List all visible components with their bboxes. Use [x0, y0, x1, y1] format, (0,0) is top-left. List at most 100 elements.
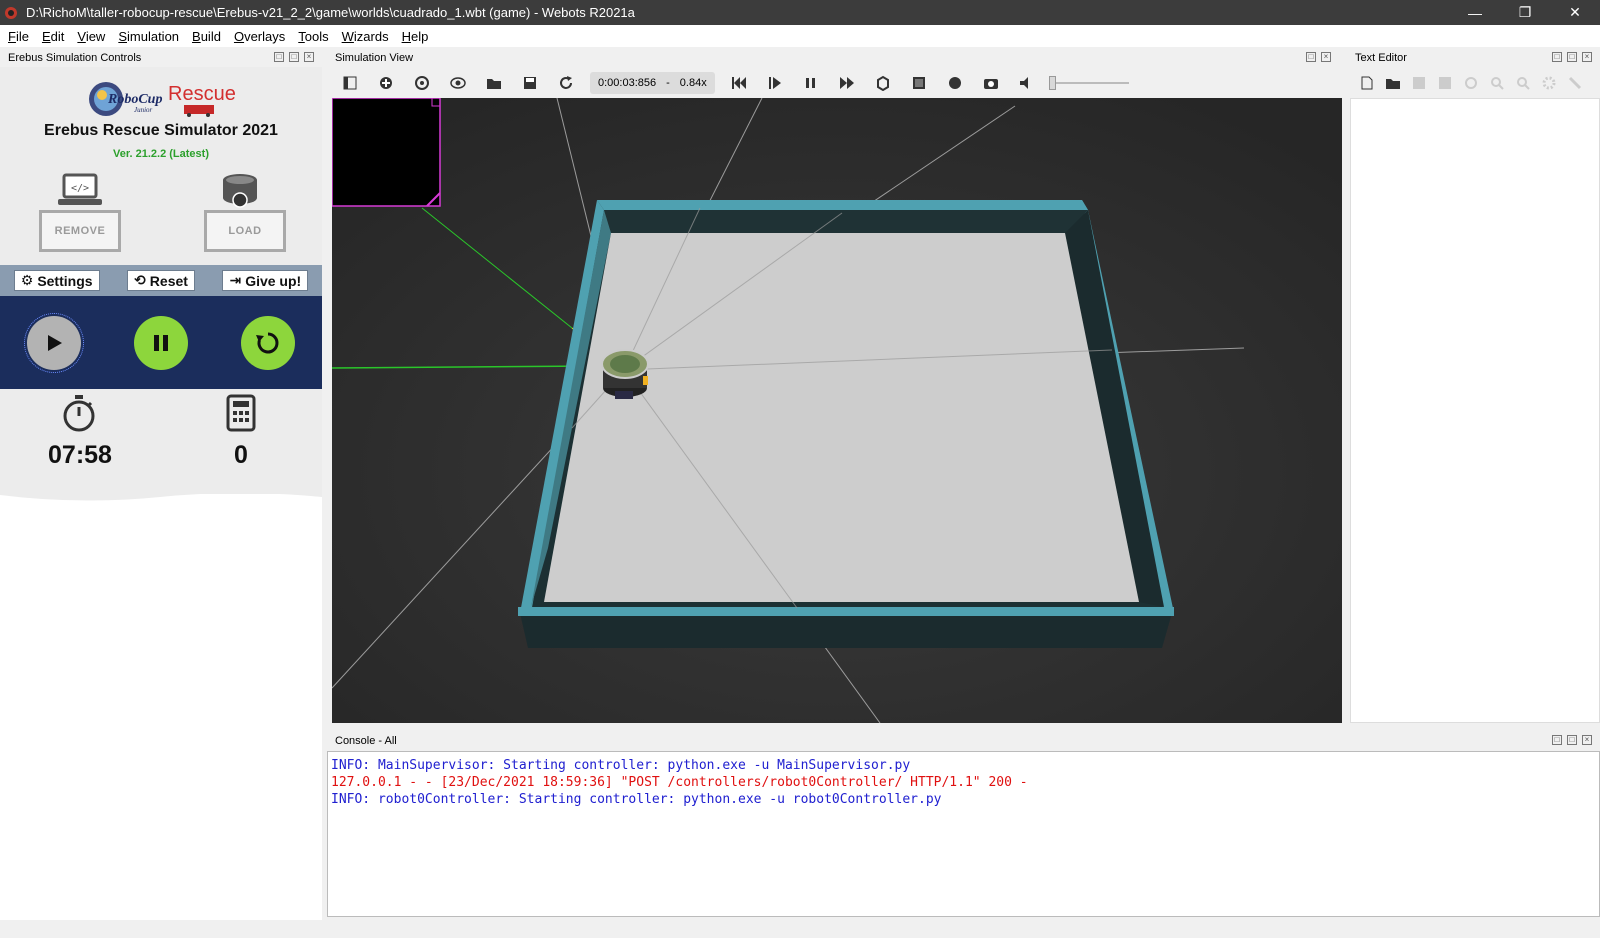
menu-label: iew	[85, 28, 106, 44]
sim-view-dock-title: Simulation View	[335, 52, 414, 64]
menu-overlays[interactable]: Overlays	[229, 29, 290, 44]
play-button[interactable]	[24, 313, 84, 373]
add-node-button[interactable]	[368, 69, 404, 97]
find-button[interactable]	[1484, 71, 1510, 95]
3d-scene	[332, 98, 1342, 723]
reset-button[interactable]: ⟲ Reset	[127, 270, 195, 291]
robocup-rescue-logo: RoboCup Junior Rescue	[88, 79, 248, 119]
save-as-button[interactable]	[1432, 71, 1458, 95]
save-icon	[1413, 77, 1425, 89]
reset-icon: ⟲	[134, 272, 146, 288]
maximize-icon[interactable]: □	[1567, 735, 1577, 745]
volume-slider-handle[interactable]	[1048, 76, 1056, 90]
minimize-button[interactable]: —	[1450, 0, 1500, 25]
restore-button[interactable]: ❐	[1500, 0, 1550, 25]
menu-help[interactable]: Help	[397, 29, 434, 44]
erebus-controls-panel: RoboCup Junior Rescue Erebus Rescue Simu…	[0, 67, 322, 920]
new-file-button[interactable]	[1354, 71, 1380, 95]
close-button[interactable]: ✕	[1550, 0, 1600, 25]
menu-tools[interactable]: Tools	[293, 29, 333, 44]
menu-label: ools	[304, 28, 329, 44]
float-icon[interactable]: □	[1306, 52, 1316, 62]
window-title: D:\RichoM\taller-robocup-rescue\Erebus-v…	[26, 5, 635, 20]
menu-label: verlays	[244, 28, 286, 44]
menu-build[interactable]: Build	[187, 29, 226, 44]
clean-button[interactable]	[1562, 71, 1588, 95]
reload-node-icon	[415, 76, 429, 90]
replace-button[interactable]	[1510, 71, 1536, 95]
sim-view-dock-header: Simulation View □ ×	[327, 48, 1339, 68]
exit-icon: ⇥	[229, 272, 242, 288]
menu-file[interactable]: File	[3, 29, 34, 44]
menu-mnemonic: B	[192, 28, 201, 44]
close-icon[interactable]: ×	[1321, 52, 1331, 62]
menu-label: izards	[353, 28, 389, 44]
reload-world-button[interactable]	[548, 69, 584, 97]
simulation-3d-view[interactable]	[332, 98, 1342, 723]
pause-sim-button[interactable]	[793, 69, 829, 97]
float-icon[interactable]: □	[274, 52, 284, 62]
build-settings-button[interactable]	[1536, 71, 1562, 95]
menu-label: ile	[15, 28, 29, 44]
camera-overlay[interactable]	[332, 98, 441, 207]
menu-mnemonic: O	[233, 28, 245, 44]
save-world-button[interactable]	[512, 69, 548, 97]
menu-mnemonic: S	[118, 28, 127, 44]
float-icon[interactable]: □	[1552, 735, 1562, 745]
robot-icon	[223, 174, 257, 208]
view-button[interactable]	[440, 69, 476, 97]
menu-view[interactable]: View	[72, 29, 110, 44]
restart-icon	[256, 332, 279, 354]
revert-button[interactable]	[1458, 71, 1484, 95]
console-output[interactable]: INFO: MainSupervisor: Starting controlle…	[327, 751, 1600, 917]
close-icon[interactable]: ×	[1582, 52, 1592, 62]
restart-button[interactable]	[241, 316, 295, 370]
record-movie-button[interactable]	[901, 69, 937, 97]
settings-button[interactable]: ⚙ Settings	[13, 270, 100, 291]
save-as-icon	[1439, 77, 1451, 89]
pause-icon	[805, 78, 815, 88]
logo-rescue-text: Rescue	[168, 83, 236, 105]
save-file-button[interactable]	[1406, 71, 1432, 95]
gear-icon	[1542, 76, 1556, 90]
reload-node-button[interactable]	[404, 69, 440, 97]
wall-top-back	[597, 200, 1088, 210]
menu-bar: File Edit View Simulation Build Overlays…	[0, 25, 1600, 47]
menu-simulation[interactable]: Simulation	[113, 29, 184, 44]
calculator-icon	[226, 394, 256, 432]
rendering-button[interactable]	[865, 69, 901, 97]
step-button[interactable]	[757, 69, 793, 97]
wave-divider	[0, 487, 322, 501]
close-icon[interactable]: ×	[1582, 735, 1592, 745]
erebus-version: Ver. 21.2.2 (Latest)	[113, 148, 209, 160]
remove-button[interactable]: REMOVE	[39, 210, 121, 252]
maximize-icon[interactable]: □	[289, 52, 299, 62]
logo-junior-text: Junior	[134, 106, 153, 114]
pause-button[interactable]	[134, 316, 188, 370]
open-file-button[interactable]	[1380, 71, 1406, 95]
mute-button[interactable]	[1009, 69, 1045, 97]
close-icon[interactable]: ×	[304, 52, 314, 62]
reset-simulation-button[interactable]	[721, 69, 757, 97]
record-button[interactable]	[937, 69, 973, 97]
volume-slider[interactable]	[1048, 76, 1129, 90]
menu-mnemonic: F	[8, 28, 16, 44]
float-icon[interactable]: □	[1552, 52, 1562, 62]
options-bar: ⚙ Settings ⟲ Reset ⇥ Give up!	[0, 265, 322, 296]
open-world-button[interactable]	[476, 69, 512, 97]
menu-wizards[interactable]: Wizards	[337, 29, 394, 44]
sim-time-separator: -	[666, 77, 670, 89]
screenshot-button[interactable]	[973, 69, 1009, 97]
maximize-icon[interactable]: □	[1567, 52, 1577, 62]
give-up-button[interactable]: ⇥ Give up!	[222, 270, 309, 291]
menu-edit[interactable]: Edit	[37, 29, 69, 44]
arena-wall-front	[520, 613, 1172, 648]
webots-app-icon	[5, 6, 17, 19]
text-editor-area[interactable]	[1350, 98, 1600, 723]
toggle-scene-tree-button[interactable]	[332, 69, 368, 97]
console-line: INFO: robot0Controller: Starting control…	[331, 792, 942, 807]
step-icon	[768, 77, 781, 89]
fast-forward-button[interactable]	[829, 69, 865, 97]
load-button[interactable]: LOAD	[204, 210, 286, 252]
wall-top-front	[518, 607, 1174, 616]
